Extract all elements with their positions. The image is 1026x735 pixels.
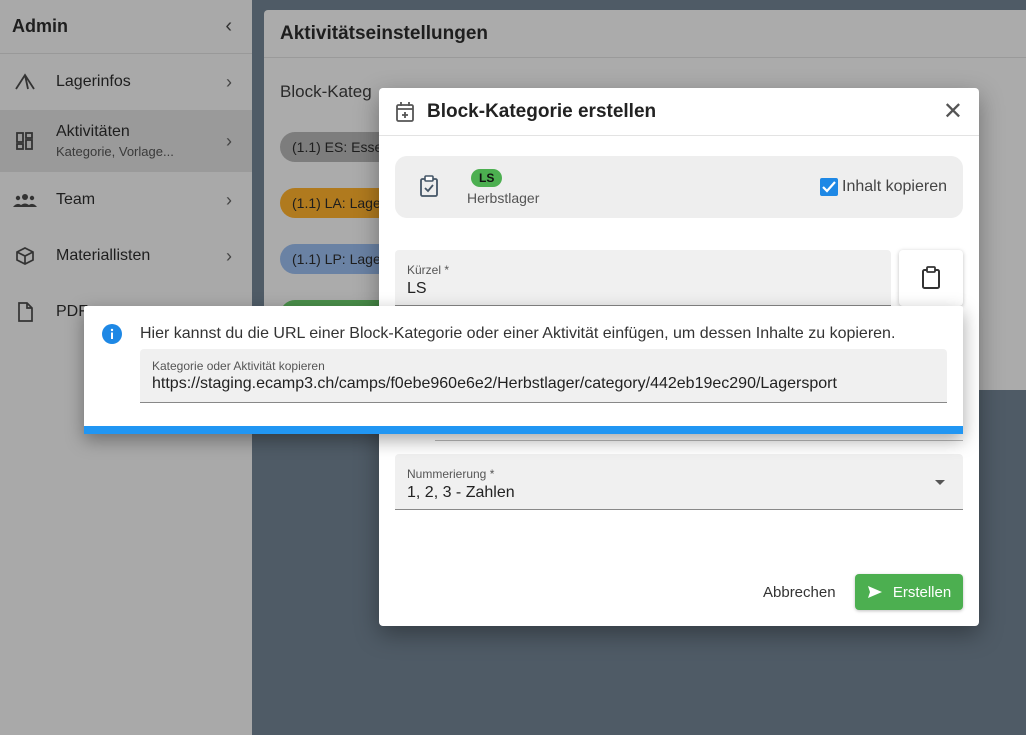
- close-icon[interactable]: ✕: [943, 99, 963, 124]
- camp-name: Herbstlager: [467, 189, 540, 206]
- clipboard-check-icon: [419, 175, 443, 199]
- dialog-header: Block-Kategorie erstellen ✕: [379, 88, 979, 136]
- dialog-title: Block-Kategorie erstellen: [427, 100, 657, 122]
- popup-message: Hier kannst du die URL einer Block-Kateg…: [140, 325, 896, 342]
- kuerzel-field[interactable]: Kürzel * LS: [395, 250, 891, 306]
- copy-content-checkbox[interactable]: Inhalt kopieren: [820, 178, 947, 196]
- category-short-chip: LS: [471, 168, 503, 187]
- calendar-plus-icon: [395, 101, 417, 123]
- collapse-icon[interactable]: ‹: [225, 15, 232, 38]
- sidebar-item-team[interactable]: Team ›: [0, 172, 252, 228]
- field-value: LS: [407, 280, 427, 297]
- package-icon: [12, 245, 38, 267]
- paste-button[interactable]: [899, 250, 963, 306]
- column-header: Block-Kateg: [280, 82, 372, 101]
- sidebar-item-label: Materiallisten: [56, 247, 151, 264]
- sidebar-item-lagerinfos[interactable]: Lagerinfos ›: [0, 54, 252, 110]
- create-button-label: Erstellen: [892, 583, 952, 601]
- page-title: Aktivitätseinstellungen: [264, 10, 1026, 58]
- chevron-right-icon: ›: [226, 71, 232, 92]
- sidebar-item-label: Lagerinfos: [56, 73, 131, 90]
- field-value: 1, 2, 3 - Zahlen: [407, 484, 515, 501]
- sidebar-item-materiallisten[interactable]: Materiallisten ›: [0, 228, 252, 284]
- checkbox-label: Inhalt kopieren: [842, 178, 947, 195]
- field-value[interactable]: https://staging.ecamp3.ch/camps/f0ebe960…: [152, 375, 837, 393]
- tent-icon: [12, 71, 38, 93]
- chevron-right-icon: ›: [226, 245, 232, 266]
- clipboard-icon: [922, 266, 940, 289]
- loading-bar: [84, 426, 963, 434]
- copy-url-popup: Hier kannst du die URL einer Block-Kateg…: [84, 306, 963, 434]
- cancel-button[interactable]: Abbrechen: [755, 574, 844, 610]
- numbering-select[interactable]: Nummerierung * 1, 2, 3 - Zahlen: [395, 454, 963, 510]
- file-icon: [12, 301, 38, 323]
- field-label: Kürzel *: [407, 263, 450, 277]
- chevron-right-icon: ›: [226, 189, 232, 210]
- sidebar-item-label: Team: [56, 191, 96, 208]
- dropdown-arrow-icon[interactable]: [935, 480, 945, 485]
- sidebar-item-sublabel: Kategorie, Vorlage...: [56, 144, 174, 159]
- create-button[interactable]: Erstellen: [855, 574, 963, 610]
- copy-url-input[interactable]: Kategorie oder Aktivität kopieren https:…: [140, 349, 947, 403]
- info-icon: [102, 324, 122, 344]
- chevron-right-icon: ›: [226, 130, 232, 151]
- copy-source-box: LS Herbstlager Inhalt kopieren: [395, 156, 963, 218]
- sidebar-header: Admin ‹: [0, 0, 252, 54]
- sidebar-item-label: Aktivitäten: [56, 123, 130, 140]
- sidebar-title: Admin: [12, 16, 68, 36]
- send-icon: [867, 586, 882, 598]
- field-underline: [435, 440, 963, 441]
- sidebar-item-aktivitaeten[interactable]: Aktivitäten Kategorie, Vorlage... ›: [0, 110, 252, 172]
- checkbox-checked-icon[interactable]: [820, 178, 839, 196]
- dashboard-icon: [12, 130, 38, 152]
- field-label: Nummerierung *: [407, 467, 495, 481]
- field-label: Kategorie oder Aktivität kopieren: [152, 359, 325, 373]
- group-icon: [12, 189, 38, 211]
